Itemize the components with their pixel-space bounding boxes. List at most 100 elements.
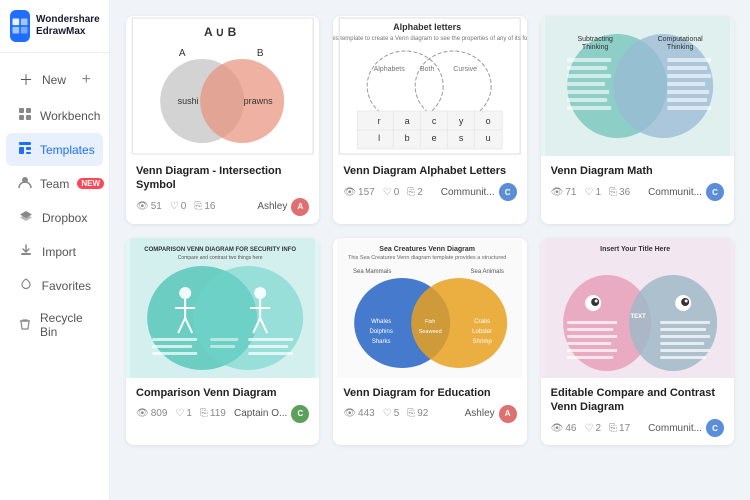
svg-text:Sharks: Sharks xyxy=(372,339,391,345)
avatar-5: A xyxy=(499,405,517,423)
svg-text:s: s xyxy=(459,133,464,143)
eye-icon-4: 👁 xyxy=(136,408,149,419)
sidebar-item-dropbox[interactable]: Dropbox xyxy=(6,201,103,234)
card-title-4: Comparison Venn Diagram xyxy=(136,386,309,400)
recycle-icon xyxy=(18,317,32,334)
card-compare-contrast[interactable]: Insert Your Title Here xyxy=(541,238,734,446)
card-title-2: Venn Diagram Alphabet Letters xyxy=(343,164,516,178)
sidebar-item-templates[interactable]: Templates xyxy=(6,133,103,166)
svg-text:A ∪ B: A ∪ B xyxy=(204,25,237,39)
likes-3: ♡ 1 xyxy=(584,187,601,198)
svg-text:Compare and contrast two thing: Compare and contrast two things here xyxy=(178,255,263,261)
card-author-6: Communit... C xyxy=(648,419,724,437)
svg-text:u: u xyxy=(486,133,491,143)
card-author-2: Communit... C xyxy=(441,183,517,201)
heart-icon-6: ♡ xyxy=(584,423,593,434)
card-meta-6: 👁 46 ♡ 2 ⎘ 17 Communit... C xyxy=(551,419,724,437)
copy-icon-2: ⎘ xyxy=(407,187,415,198)
card-comparison[interactable]: COMPARISON VENN DIAGRAM FOR SECURITY INF… xyxy=(126,238,319,446)
views-2: 👁 157 xyxy=(343,187,374,198)
sidebar-item-workbench[interactable]: Workbench xyxy=(6,99,103,132)
views-6: 👁 46 xyxy=(551,423,577,434)
sidebar-item-import[interactable]: Import xyxy=(6,235,103,268)
views-4: 👁 809 xyxy=(136,408,167,419)
svg-text:Insert Your Title Here: Insert Your Title Here xyxy=(600,246,670,253)
eye-icon-5: 👁 xyxy=(343,408,356,419)
eye-icon-2: 👁 xyxy=(343,187,356,198)
copies-2: ⎘ 2 xyxy=(407,187,423,198)
card-thumb-4: COMPARISON VENN DIAGRAM FOR SECURITY INF… xyxy=(126,238,319,378)
main-content: A ∪ B A B sushi prawns Venn Diagram - In… xyxy=(110,0,750,500)
svg-text:Sea Creatures Venn Diagram: Sea Creatures Venn Diagram xyxy=(380,246,476,253)
svg-text:B: B xyxy=(257,48,264,59)
card-info-3: Venn Diagram Math 👁 71 ♡ 1 ⎘ 36 xyxy=(541,156,734,209)
svg-text:Thinking: Thinking xyxy=(667,44,694,51)
favorites-icon xyxy=(18,277,34,294)
avatar-2: C xyxy=(499,183,517,201)
sidebar-item-recycle[interactable]: Recycle Bin xyxy=(6,303,103,347)
svg-text:A: A xyxy=(179,48,186,59)
card-intersection[interactable]: A ∪ B A B sushi prawns Venn Diagram - In… xyxy=(126,16,319,224)
svg-text:Alphabets: Alphabets xyxy=(374,66,406,73)
svg-text:Crabs: Crabs xyxy=(474,319,490,325)
import-icon xyxy=(18,243,34,260)
logo-icon xyxy=(10,10,30,42)
copy-icon-6: ⎘ xyxy=(609,423,617,434)
card-title-1: Venn Diagram - Intersection Symbol xyxy=(136,164,309,193)
sidebar-item-favorites[interactable]: Favorites xyxy=(6,269,103,302)
svg-text:y: y xyxy=(459,116,464,126)
card-author-5: Ashley A xyxy=(465,405,517,423)
eye-icon-1: 👁 xyxy=(136,201,149,212)
svg-text:COMPARISON VENN DIAGRAM FOR SE: COMPARISON VENN DIAGRAM FOR SECURITY INF… xyxy=(144,247,296,253)
card-education[interactable]: Sea Creatures Venn Diagram This Sea Crea… xyxy=(333,238,526,446)
svg-text:Sea Animals: Sea Animals xyxy=(471,269,504,275)
likes-1: ♡ 0 xyxy=(170,201,187,212)
svg-text:sushi: sushi xyxy=(178,96,199,106)
dropbox-icon xyxy=(18,209,34,226)
card-meta-2: 👁 157 ♡ 0 ⎘ 2 Communit... C xyxy=(343,183,516,201)
heart-icon-2: ♡ xyxy=(383,187,392,198)
card-thumb-5: Sea Creatures Venn Diagram This Sea Crea… xyxy=(333,238,526,378)
card-title-5: Venn Diagram for Education xyxy=(343,386,516,400)
svg-text:e: e xyxy=(432,133,437,143)
likes-2: ♡ 0 xyxy=(383,187,400,198)
svg-text:Both: Both xyxy=(420,66,435,73)
svg-text:Lobster: Lobster xyxy=(472,329,492,335)
card-author-4: Captain O... C xyxy=(234,405,309,423)
card-info-4: Comparison Venn Diagram 👁 809 ♡ 1 ⎘ 119 xyxy=(126,378,319,431)
copies-4: ⎘ 119 xyxy=(200,408,226,419)
app-name: Wondershare EdrawMax xyxy=(36,14,100,38)
card-info-1: Venn Diagram - Intersection Symbol 👁 51 … xyxy=(126,156,319,224)
svg-text:Whales: Whales xyxy=(371,319,391,325)
avatar-6: C xyxy=(706,419,724,437)
card-info-2: Venn Diagram Alphabet Letters 👁 157 ♡ 0 … xyxy=(333,156,526,209)
card-alphabet[interactable]: Alphabet letters Use this template to cr… xyxy=(333,16,526,224)
workbench-icon xyxy=(18,107,32,124)
team-icon xyxy=(18,175,32,192)
svg-text:Alphabet letters: Alphabet letters xyxy=(393,22,461,32)
svg-text:This Sea Creatures Venn diagra: This Sea Creatures Venn diagram template… xyxy=(348,255,506,261)
likes-5: ♡ 5 xyxy=(383,408,400,419)
svg-text:r: r xyxy=(378,116,381,126)
sidebar-item-team[interactable]: Team NEW xyxy=(6,167,103,200)
views-1: 👁 51 xyxy=(136,201,162,212)
card-thumb-1: A ∪ B A B sushi prawns xyxy=(126,16,319,156)
card-author-1: Ashley A xyxy=(257,198,309,216)
avatar-1: A xyxy=(291,198,309,216)
views-3: 👁 71 xyxy=(551,187,577,198)
cards-grid: A ∪ B A B sushi prawns Venn Diagram - In… xyxy=(126,16,734,445)
card-title-3: Venn Diagram Math xyxy=(551,164,724,178)
card-math[interactable]: Subtracting Thinking Computational Think… xyxy=(541,16,734,224)
svg-text:c: c xyxy=(432,116,437,126)
new-icon: ＋ xyxy=(18,70,34,90)
svg-text:Sea Mammals: Sea Mammals xyxy=(353,269,391,275)
copies-6: ⎘ 17 xyxy=(609,423,630,434)
svg-text:Use this template to create a: Use this template to create a Venn diagr… xyxy=(333,36,526,42)
heart-icon-4: ♡ xyxy=(175,408,184,419)
svg-text:Cursive: Cursive xyxy=(454,66,478,73)
new-button[interactable]: ＋ New + xyxy=(6,62,103,98)
new-badge: NEW xyxy=(77,178,104,189)
likes-4: ♡ 1 xyxy=(175,408,192,419)
card-thumb-6: Insert Your Title Here xyxy=(541,238,734,378)
copy-icon-5: ⎘ xyxy=(407,408,415,419)
